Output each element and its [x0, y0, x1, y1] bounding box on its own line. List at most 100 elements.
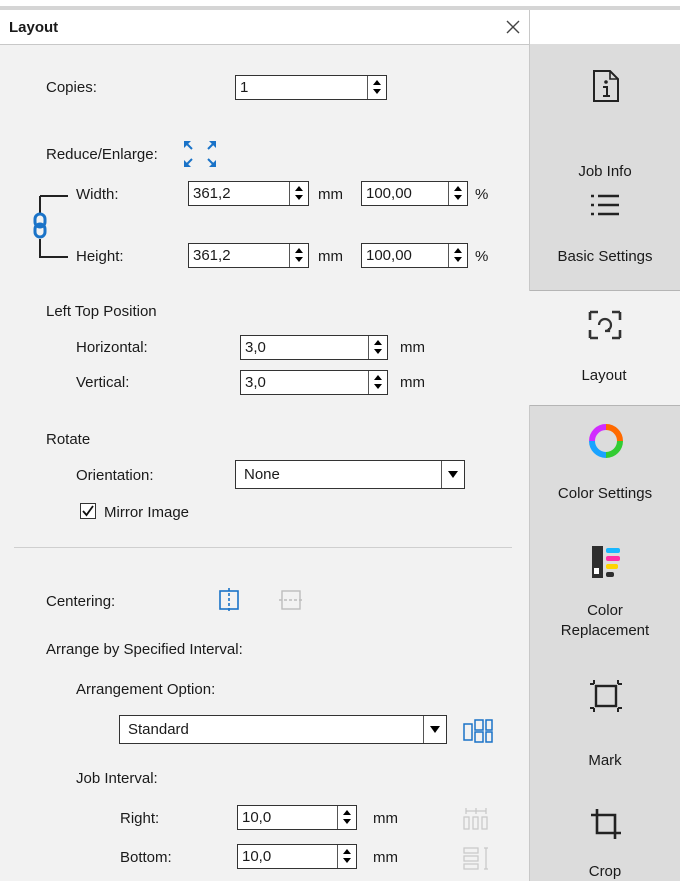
tab-basic-settings[interactable]: Basic Settings: [530, 170, 680, 290]
horizontal-spinner[interactable]: 3,0: [240, 335, 388, 360]
spin-arrows-icon: [343, 810, 351, 824]
right-interval-label: Right:: [120, 810, 160, 827]
width-percent-unit: %: [475, 186, 489, 203]
tab-label: Layout: [581, 367, 627, 384]
tab-label-line1: Color: [587, 602, 623, 619]
color-wheel-icon: [589, 424, 623, 458]
vertical-unit: mm: [400, 374, 425, 391]
spin-arrows-icon: [295, 186, 303, 200]
job-interval-label: Job Interval:: [76, 770, 158, 787]
settings-sidebar: Job Info Basic Settings Layout Color Set…: [529, 10, 680, 881]
fit-size-button[interactable]: [183, 139, 217, 169]
height-label: Height:: [76, 248, 124, 265]
list-icon: [591, 194, 619, 216]
width-spinner[interactable]: 361,2: [188, 181, 309, 206]
arrangement-option-select[interactable]: Standard: [119, 715, 447, 744]
horizontal-unit: mm: [400, 339, 425, 356]
height-percent-spin-arrows[interactable]: [448, 244, 467, 267]
center-horizontal-icon: [219, 588, 239, 612]
section-divider: [14, 547, 512, 548]
arrangement-option-value: Standard: [128, 721, 189, 738]
horizontal-spin-arrows[interactable]: [368, 336, 387, 359]
width-unit: mm: [318, 186, 343, 203]
bottom-interval-spin-arrows[interactable]: [337, 845, 356, 868]
orientation-select[interactable]: None: [235, 460, 465, 489]
bottom-interval-link-button[interactable]: [462, 845, 490, 871]
tab-job-info[interactable]: Job Info: [530, 44, 680, 180]
right-interval-value: 10,0: [242, 809, 272, 826]
center-vertical-icon: [279, 590, 303, 610]
centering-label: Centering:: [46, 593, 116, 610]
orientation-dropdown-button[interactable]: [441, 461, 464, 488]
tab-label-line2: Replacement: [560, 622, 650, 639]
center-horizontal-button[interactable]: [216, 587, 242, 613]
panel-titlebar: Layout: [0, 10, 529, 45]
spin-arrows-icon: [374, 340, 382, 354]
horizontal-label: Horizontal:: [76, 339, 148, 356]
copies-value: 1: [240, 79, 249, 96]
tab-crop[interactable]: Crop: [530, 778, 680, 881]
width-percent-spin-arrows[interactable]: [448, 182, 467, 205]
panel-title: Layout: [9, 19, 59, 36]
tab-label: Crop: [588, 863, 622, 880]
bottom-interval-unit: mm: [373, 849, 398, 866]
width-value: 361,2: [193, 185, 231, 202]
checkmark-icon: [82, 505, 94, 517]
vertical-label: Vertical:: [76, 374, 130, 391]
chevron-down-icon: [430, 726, 440, 733]
tab-color-replacement[interactable]: Color Replacement: [530, 526, 680, 656]
copies-spinner[interactable]: 1: [235, 75, 387, 100]
vertical-interval-icon: [463, 847, 488, 870]
layout-icon: [588, 310, 622, 340]
height-spin-arrows[interactable]: [289, 244, 308, 267]
height-percent-spinner[interactable]: 100,00: [361, 243, 468, 268]
vertical-value: 3,0: [245, 374, 266, 391]
mark-icon: [590, 680, 622, 712]
right-interval-spinner[interactable]: 10,0: [237, 805, 357, 830]
horizontal-interval-icon: [463, 808, 488, 830]
spin-arrows-icon: [454, 186, 462, 200]
close-icon: [506, 20, 520, 34]
spin-arrows-icon: [295, 248, 303, 262]
width-spin-arrows[interactable]: [289, 182, 308, 205]
close-button[interactable]: [500, 14, 526, 40]
width-label: Width:: [76, 186, 119, 203]
orientation-value: None: [244, 466, 280, 483]
chain-link-button[interactable]: [32, 212, 48, 240]
chevron-down-icon: [448, 471, 458, 478]
width-percent-spinner[interactable]: 100,00: [361, 181, 468, 206]
height-unit: mm: [318, 248, 343, 265]
mirror-image-checkbox[interactable]: [80, 503, 96, 519]
arrangement-option-label: Arrangement Option:: [76, 681, 216, 698]
bottom-interval-value: 10,0: [242, 848, 272, 865]
height-percent-unit: %: [475, 248, 489, 265]
rotate-label: Rotate: [46, 431, 91, 448]
right-interval-link-button[interactable]: [462, 806, 490, 832]
tab-mark[interactable]: Mark: [530, 656, 680, 778]
color-replacement-icon: [592, 546, 620, 578]
spin-arrows-icon: [454, 248, 462, 262]
tab-label: Mark: [588, 752, 622, 769]
chain-link-icon: [33, 212, 47, 239]
arrangement-settings-button[interactable]: [461, 716, 495, 746]
arrange-interval-label: Arrange by Specified Interval:: [46, 641, 243, 658]
right-interval-spin-arrows[interactable]: [337, 806, 356, 829]
mirror-image-label: Mirror Image: [104, 504, 190, 521]
arrangement-dropdown-button[interactable]: [423, 716, 446, 743]
reduce-enlarge-label: Reduce/Enlarge:: [46, 146, 158, 163]
spin-arrows-icon: [374, 375, 382, 389]
center-vertical-button[interactable]: [278, 587, 304, 613]
horizontal-value: 3,0: [245, 339, 266, 356]
spin-arrows-icon: [373, 80, 381, 94]
bottom-interval-spinner[interactable]: 10,0: [237, 844, 357, 869]
tab-color-settings[interactable]: Color Settings: [530, 406, 680, 526]
spin-arrows-icon: [343, 849, 351, 863]
tab-label: Basic Settings: [557, 248, 653, 265]
copies-spin-arrows[interactable]: [367, 76, 386, 99]
top-strip: [0, 0, 680, 10]
height-percent-value: 100,00: [366, 247, 412, 264]
tab-layout[interactable]: Layout: [529, 291, 680, 405]
vertical-spin-arrows[interactable]: [368, 371, 387, 394]
height-spinner[interactable]: 361,2: [188, 243, 309, 268]
vertical-spinner[interactable]: 3,0: [240, 370, 388, 395]
